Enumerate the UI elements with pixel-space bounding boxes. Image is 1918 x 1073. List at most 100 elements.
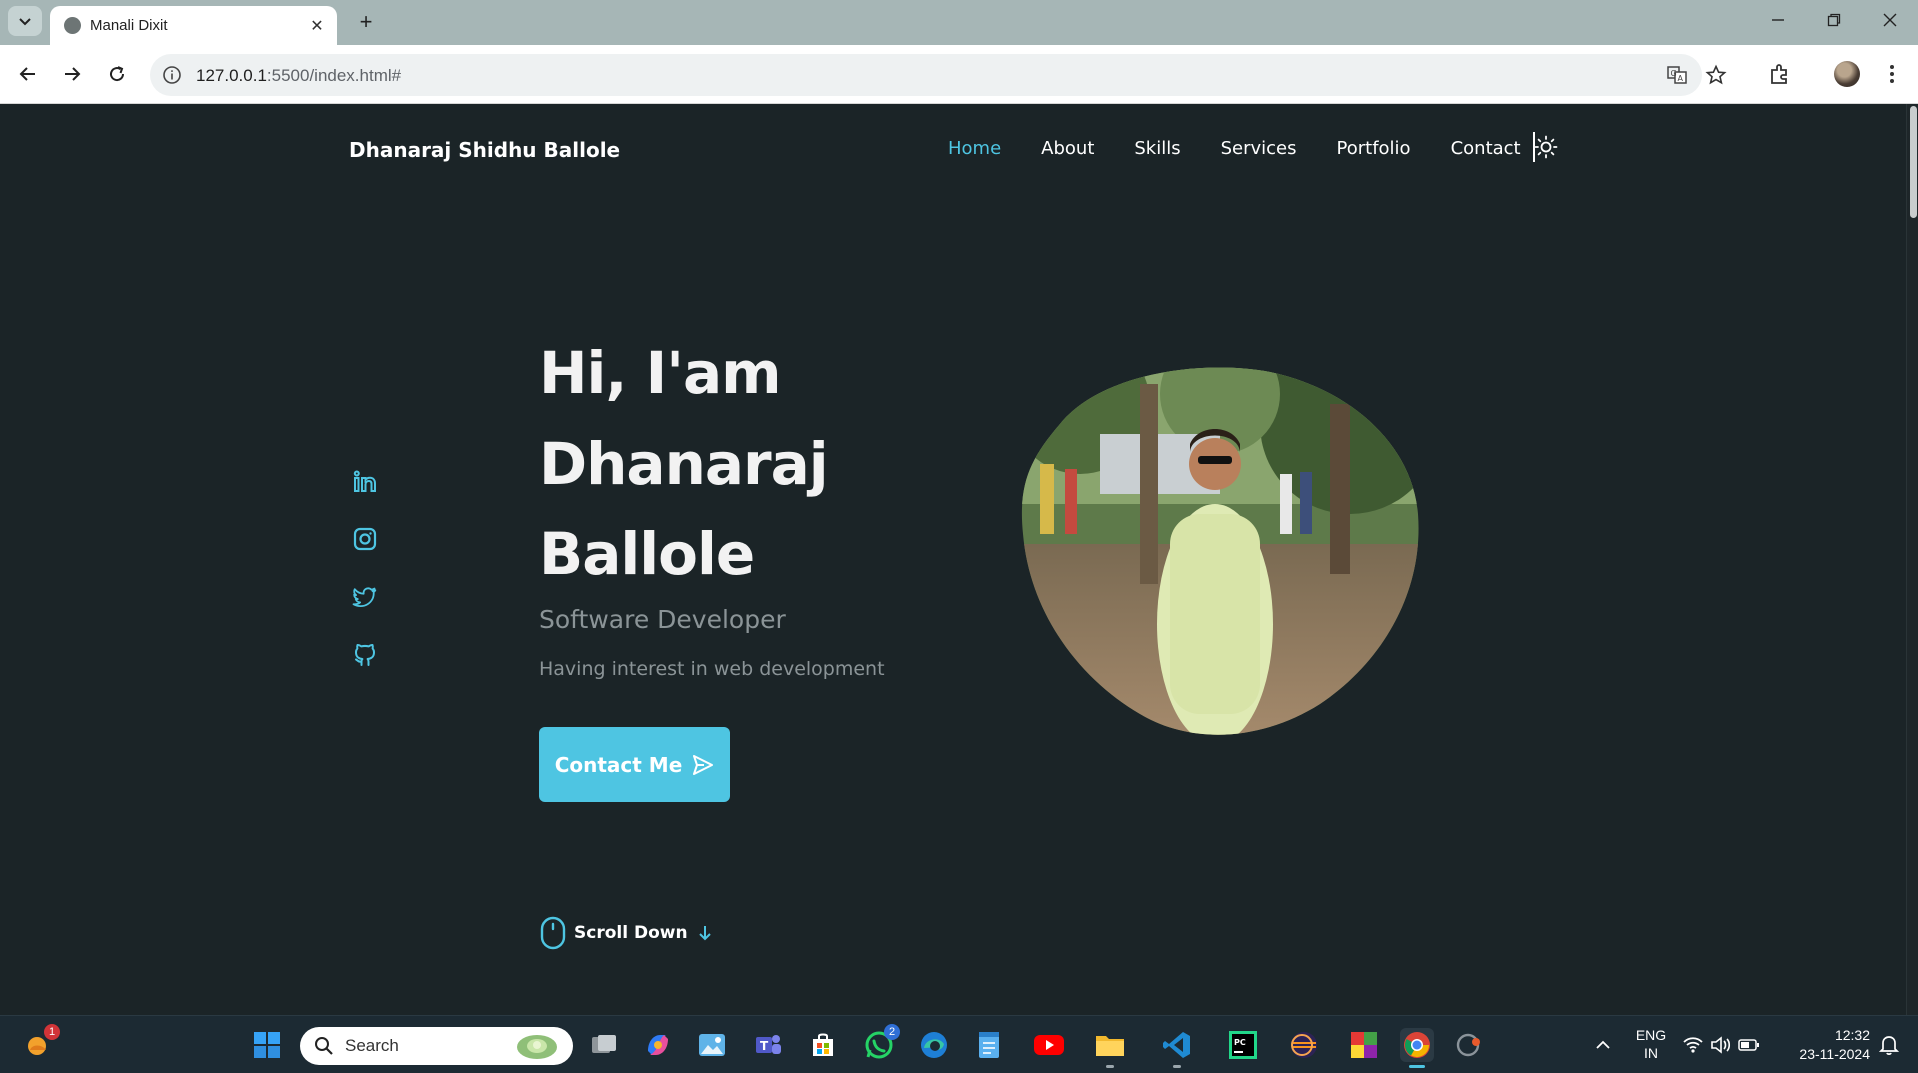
twitter-icon[interactable]: [352, 584, 378, 610]
url-text[interactable]: 127.0.0.1:5500/index.html#: [196, 66, 401, 86]
chrome-icon[interactable]: [1400, 1028, 1434, 1068]
address-bar[interactable]: 127.0.0.1:5500/index.html# GA: [150, 54, 1727, 96]
browser-tab-strip: Manali Dixit ✕ +: [0, 0, 1918, 45]
close-tab-icon[interactable]: ✕: [307, 15, 327, 35]
browser-menu-icon[interactable]: [1878, 60, 1906, 88]
browser-toolbar: 127.0.0.1:5500/index.html# GA: [0, 45, 1918, 104]
language-line-2: IN: [1644, 1045, 1658, 1061]
browser-tab[interactable]: Manali Dixit ✕: [50, 6, 337, 45]
wifi-icon: [1683, 1037, 1703, 1053]
main-nav: Home About Skills Services Portfolio Con…: [948, 138, 1561, 159]
weather-widget-icon[interactable]: 1: [22, 1024, 60, 1062]
extensions-icon[interactable]: [1766, 60, 1794, 88]
search-highlight-image: [517, 1035, 557, 1059]
forward-button[interactable]: [56, 58, 88, 90]
eclipse-icon[interactable]: [1287, 1028, 1321, 1062]
task-view-icon[interactable]: [587, 1028, 621, 1062]
show-hidden-icons-chevron[interactable]: [1586, 1028, 1620, 1062]
scroll-down-link[interactable]: Scroll Down: [540, 916, 712, 950]
whatsapp-icon[interactable]: 2: [862, 1024, 900, 1062]
nav-services[interactable]: Services: [1221, 138, 1297, 159]
instagram-icon[interactable]: [352, 526, 378, 552]
hero-title-line-1: Hi, I'am: [539, 339, 782, 407]
profile-avatar[interactable]: [1834, 61, 1860, 87]
language-indicator[interactable]: ENG IN: [1634, 1026, 1668, 1062]
vscode-icon[interactable]: [1160, 1028, 1194, 1068]
hero-title-line-3: Ballole: [539, 520, 755, 588]
arrow-down-icon: [698, 926, 711, 941]
sun-theme-toggle-icon[interactable]: [1534, 135, 1558, 159]
github-icon[interactable]: [352, 642, 378, 668]
clock-date: 23-11-2024: [1799, 1046, 1870, 1062]
url-path: :5500/index.html#: [266, 66, 402, 85]
windows-taskbar: 1 Search T 2 PC ENG IN 12:32 23-11-2024: [0, 1015, 1918, 1073]
language-line-1: ENG: [1635, 1027, 1667, 1043]
search-icon: [315, 1037, 333, 1055]
svg-text:PC: PC: [1234, 1038, 1246, 1047]
profile-photo: [1021, 367, 1419, 735]
youtube-icon[interactable]: [1032, 1028, 1066, 1062]
bookmark-star-icon[interactable]: [1705, 64, 1727, 86]
teams-icon[interactable]: T: [751, 1028, 785, 1062]
notepad-icon[interactable]: [972, 1028, 1006, 1062]
clock-time: 12:32: [1834, 1027, 1870, 1043]
close-window-button[interactable]: [1870, 6, 1910, 34]
translate-icon[interactable]: GA: [1666, 64, 1688, 86]
hero-subtitle: Software Developer: [539, 605, 786, 634]
portfolio-page: Dhanaraj Shidhu Ballole Home About Skill…: [0, 104, 1906, 1015]
restore-window-button[interactable]: [1814, 6, 1854, 34]
scrollbar-thumb[interactable]: [1910, 106, 1917, 218]
contact-me-label: Contact Me: [554, 752, 683, 777]
edge-icon[interactable]: [917, 1028, 951, 1062]
system-status-icons[interactable]: [1680, 1028, 1762, 1062]
arrow-left-icon: [19, 67, 35, 81]
chevron-down-icon: [19, 18, 31, 26]
file-explorer-icon[interactable]: [1093, 1028, 1127, 1068]
page-scrollbar[interactable]: [1906, 104, 1918, 1015]
running-indicator: [1106, 1065, 1114, 1068]
mouse-icon: [540, 916, 566, 950]
svg-text:G: G: [1671, 69, 1677, 78]
photos-icon[interactable]: [695, 1028, 729, 1062]
pycharm-icon[interactable]: PC: [1226, 1028, 1260, 1062]
widget-badge: 1: [44, 1024, 60, 1040]
send-icon: [693, 754, 714, 775]
svg-text:T: T: [760, 1039, 769, 1053]
microsoft-store-icon[interactable]: [806, 1028, 840, 1062]
nav-skills[interactable]: Skills: [1134, 138, 1180, 159]
app-loading-icon[interactable]: [1452, 1028, 1486, 1062]
url-host: 127.0.0.1: [196, 66, 267, 85]
nav-home[interactable]: Home: [948, 138, 1001, 159]
colorful-app-icon[interactable]: [1347, 1028, 1381, 1062]
nav-about[interactable]: About: [1041, 138, 1094, 159]
search-placeholder: Search: [345, 1036, 399, 1055]
taskbar-search-box[interactable]: Search: [300, 1027, 573, 1065]
notification-bell-icon[interactable]: [1872, 1028, 1906, 1062]
whatsapp-badge: 2: [884, 1024, 900, 1040]
linkedin-icon[interactable]: [352, 469, 378, 495]
site-logo[interactable]: Dhanaraj Shidhu Ballole: [349, 138, 620, 162]
battery-icon: [1738, 1039, 1759, 1051]
windows-logo-icon: [254, 1032, 280, 1058]
contact-me-button[interactable]: Contact Me: [539, 727, 730, 802]
hero-title-line-2: Dhanaraj: [539, 430, 829, 498]
running-indicator: [1409, 1065, 1425, 1068]
reload-icon: [110, 66, 125, 82]
svg-text:A: A: [1678, 74, 1684, 83]
clock[interactable]: 12:32 23-11-2024: [1784, 1026, 1870, 1064]
reload-button[interactable]: [101, 58, 133, 90]
new-tab-button[interactable]: +: [352, 8, 380, 36]
scroll-down-label: Scroll Down: [574, 923, 688, 943]
minimize-window-button[interactable]: [1758, 6, 1798, 34]
tab-search-button[interactable]: [8, 6, 42, 36]
arrow-right-icon: [65, 67, 81, 81]
back-button[interactable]: [12, 58, 44, 90]
hero-description: Having interest in web development: [539, 658, 885, 680]
nav-contact[interactable]: Contact: [1451, 138, 1521, 159]
start-button[interactable]: [250, 1028, 284, 1062]
site-info-icon[interactable]: [162, 65, 182, 85]
copilot-icon[interactable]: [641, 1028, 675, 1062]
globe-icon: [64, 17, 81, 34]
volume-icon: [1711, 1036, 1731, 1054]
nav-portfolio[interactable]: Portfolio: [1337, 138, 1411, 159]
